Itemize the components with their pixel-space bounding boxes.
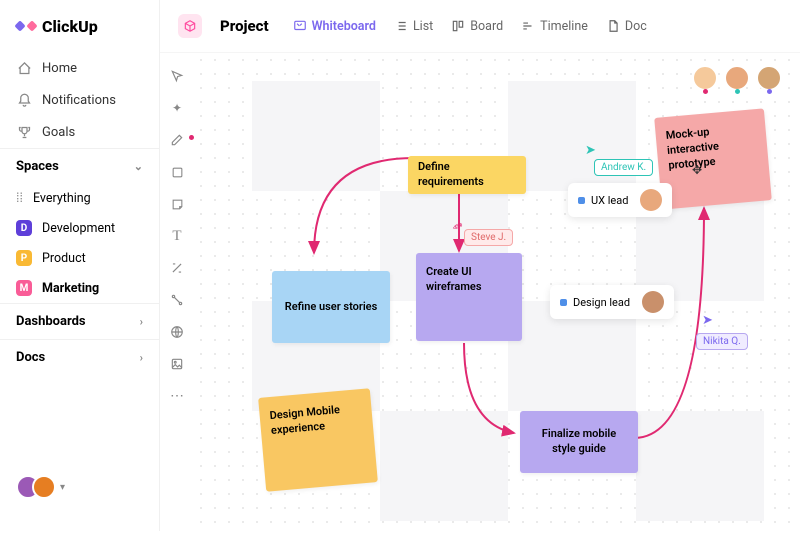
web-tool[interactable]	[168, 323, 186, 341]
whiteboard-toolbar: ✦ T ⋯	[160, 53, 194, 531]
project-cube-icon	[178, 14, 202, 38]
whiteboard-icon	[293, 19, 307, 33]
space-badge: P	[16, 250, 32, 266]
trophy-icon	[16, 124, 32, 140]
project-title: Project	[220, 17, 269, 35]
sticky-finalize-guide[interactable]: Finalize mobile style guide	[520, 411, 638, 473]
task-chip-design-lead[interactable]: Design lead	[550, 285, 674, 319]
chevron-right-icon: ›	[140, 315, 143, 328]
home-icon	[16, 60, 32, 76]
cursor-tag-steve: Steve J.	[464, 229, 513, 246]
topbar: Project Whiteboard List Board Timeline D…	[160, 0, 800, 53]
main-area: Project Whiteboard List Board Timeline D…	[160, 0, 800, 531]
board-icon	[451, 19, 465, 33]
docs-header[interactable]: Docs ›	[0, 339, 159, 375]
cursor-tag-andrew: Andrew K.	[594, 159, 653, 176]
nav-goals[interactable]: Goals	[0, 116, 159, 148]
pen-tool[interactable]	[168, 131, 186, 149]
task-chip-ux-lead[interactable]: UX lead	[568, 183, 672, 217]
bell-icon	[16, 92, 32, 108]
nav-home[interactable]: Home	[0, 52, 159, 84]
avatar	[32, 475, 56, 499]
tab-doc[interactable]: Doc	[606, 19, 647, 34]
space-everything[interactable]: ⁞⁞ Everything	[0, 184, 159, 213]
image-tool[interactable]	[168, 355, 186, 373]
clickup-tool[interactable]: ✦	[168, 99, 186, 117]
status-dot	[560, 299, 567, 306]
cursor-tag-nikita: Nikita Q.	[696, 333, 748, 350]
list-icon	[394, 19, 408, 33]
chevron-down-icon: ⌄	[134, 160, 143, 173]
canvas-wrapper: ✦ T ⋯	[160, 53, 800, 531]
space-badge: D	[16, 220, 32, 236]
space-badge: M	[16, 280, 32, 296]
tab-whiteboard[interactable]: Whiteboard	[293, 19, 376, 34]
more-shapes-tool[interactable]	[168, 291, 186, 309]
space-development[interactable]: D Development	[0, 213, 159, 243]
chevron-right-icon: ›	[140, 351, 143, 364]
space-product[interactable]: P Product	[0, 243, 159, 273]
sticky-refine-stories[interactable]: Refine user stories	[272, 271, 390, 343]
brand-logo: ClickUp	[0, 16, 159, 52]
whiteboard-canvas[interactable]: Define requirements Refine user stories …	[194, 53, 800, 531]
sticky-tool[interactable]	[168, 195, 186, 213]
chevron-down-icon: ▾	[60, 482, 65, 493]
nav-notifications[interactable]: Notifications	[0, 84, 159, 116]
spaces-header[interactable]: Spaces ⌄	[0, 148, 159, 184]
sidebar: ClickUp Home Notifications Goals Spaces …	[0, 0, 160, 531]
more-tool[interactable]: ⋯	[168, 387, 186, 405]
move-icon: ✥	[692, 163, 702, 177]
doc-icon	[606, 19, 620, 33]
grid-dots-icon: ⁞⁞	[16, 191, 23, 206]
tab-list[interactable]: List	[394, 19, 433, 34]
sticky-define-requirements[interactable]: Define requirements	[408, 156, 526, 194]
cursor-pointer-icon: ➤	[585, 143, 596, 158]
timeline-icon	[521, 19, 535, 33]
user-avatars[interactable]: ▾	[0, 459, 159, 515]
dashboards-header[interactable]: Dashboards ›	[0, 303, 159, 339]
space-marketing[interactable]: M Marketing	[0, 273, 159, 303]
clickup-logo-icon	[16, 16, 36, 36]
avatar	[640, 189, 662, 211]
text-tool[interactable]: T	[168, 227, 186, 245]
pointer-tool[interactable]	[168, 67, 186, 85]
shape-tool[interactable]	[168, 163, 186, 181]
sticky-wireframes[interactable]: Create UI wireframes	[416, 253, 522, 341]
tab-board[interactable]: Board	[451, 19, 503, 34]
avatar	[642, 291, 664, 313]
sticky-mobile-experience[interactable]: Design Mobile experience	[258, 388, 378, 491]
connector-tool[interactable]	[168, 259, 186, 277]
brand-name: ClickUp	[42, 17, 98, 36]
cursor-pointer-icon: ➤	[702, 313, 713, 328]
status-dot	[578, 197, 585, 204]
tab-timeline[interactable]: Timeline	[521, 19, 588, 34]
